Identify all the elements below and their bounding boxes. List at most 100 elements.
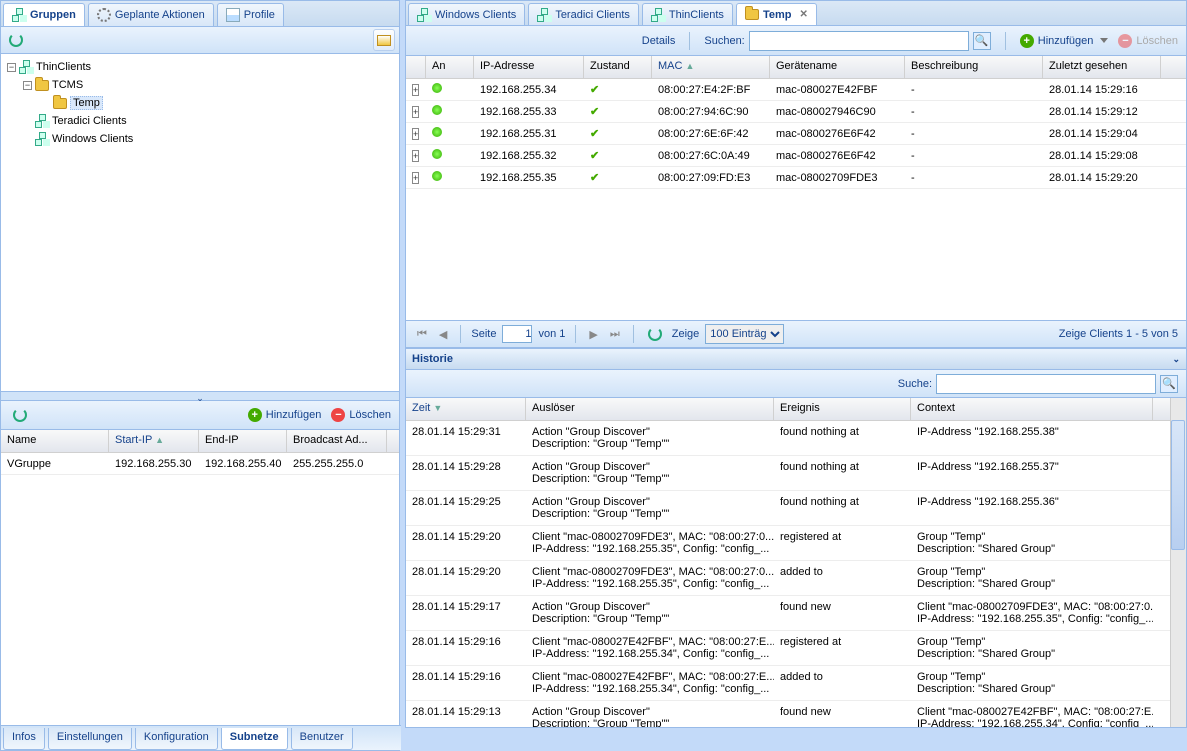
- tree-label: Windows Clients: [52, 133, 133, 145]
- history-row[interactable]: 28.01.14 15:29:28Action "Group Discover"…: [406, 456, 1186, 491]
- expand-icon[interactable]: +: [412, 128, 419, 140]
- search-label: Suchen:: [704, 35, 744, 47]
- btab-subnetze[interactable]: Subnetze: [221, 728, 288, 750]
- history-row[interactable]: 28.01.14 15:29:20Client "mac-08002709FDE…: [406, 561, 1186, 596]
- pagesize-select[interactable]: 100 Einträg: [705, 324, 784, 344]
- tree-node-temp[interactable]: Temp: [3, 94, 397, 112]
- folder-icon: [745, 9, 759, 20]
- col-an[interactable]: An: [426, 56, 474, 78]
- history-row[interactable]: 28.01.14 15:29:16Client "mac-080027E42FB…: [406, 631, 1186, 666]
- btab-einstellungen[interactable]: Einstellungen: [48, 728, 132, 750]
- tree-node-teradici[interactable]: Teradici Clients: [3, 112, 397, 130]
- search-button[interactable]: 🔍: [973, 32, 991, 50]
- table-row[interactable]: +192.168.255.32✔08:00:27:6C:0A:49mac-080…: [406, 145, 1186, 167]
- col-zustand[interactable]: Zustand: [584, 56, 652, 78]
- table-row[interactable]: +192.168.255.35✔08:00:27:09:FD:E3mac-080…: [406, 167, 1186, 189]
- tree-node-thinclients[interactable]: −ThinClients: [3, 58, 397, 76]
- tab-profile[interactable]: Profile: [217, 3, 284, 26]
- page-input[interactable]: [502, 325, 532, 343]
- cell-name: mac-0800276E6F42: [770, 128, 905, 140]
- history-row[interactable]: 28.01.14 15:29:20Client "mac-08002709FDE…: [406, 526, 1186, 561]
- tab-teradici-clients[interactable]: Teradici Clients: [528, 3, 639, 25]
- tree-label: TCMS: [52, 79, 83, 91]
- close-icon[interactable]: ✕: [799, 9, 807, 20]
- expand-icon[interactable]: +: [412, 172, 419, 184]
- col-startip[interactable]: Start-IP ▲: [109, 430, 199, 452]
- cell-desc: -: [905, 106, 1043, 118]
- chevron-down-icon[interactable]: ⌄: [1172, 354, 1180, 365]
- expand-icon[interactable]: +: [412, 106, 419, 118]
- col-expand: [406, 56, 426, 78]
- scrollbar-thumb[interactable]: [1171, 420, 1185, 550]
- tree-node-windows[interactable]: Windows Clients: [3, 130, 397, 148]
- scrollbar[interactable]: [1170, 398, 1186, 727]
- cell-seen: 28.01.14 15:29:08: [1043, 150, 1161, 162]
- tab-label: Gruppen: [30, 9, 76, 21]
- col-broadcast[interactable]: Broadcast Ad...: [287, 430, 387, 452]
- tab-gruppen[interactable]: Gruppen: [3, 3, 85, 26]
- refresh-button[interactable]: [9, 404, 31, 426]
- collapse-icon[interactable]: −: [23, 81, 32, 90]
- history-row[interactable]: 28.01.14 15:29:17Action "Group Discover"…: [406, 596, 1186, 631]
- collapse-icon[interactable]: −: [7, 63, 16, 72]
- add-button[interactable]: +Hinzufügen: [248, 408, 322, 422]
- col-label: Zeit: [412, 402, 430, 414]
- col-ereignis[interactable]: Ereignis: [774, 398, 911, 420]
- col-label: MAC: [658, 60, 682, 72]
- button-label: Hinzufügen: [266, 409, 322, 421]
- history-row[interactable]: 28.01.14 15:29:31Action "Group Discover"…: [406, 421, 1186, 456]
- sitemap-icon: [417, 8, 431, 22]
- search-input[interactable]: [749, 31, 969, 51]
- refresh-button[interactable]: [644, 323, 666, 345]
- table-row[interactable]: +192.168.255.33✔08:00:27:94:6C:90mac-080…: [406, 101, 1186, 123]
- button-label: Löschen: [349, 409, 391, 421]
- minus-icon: −: [331, 408, 345, 422]
- history-row[interactable]: 28.01.14 15:29:16Client "mac-080027E42FB…: [406, 666, 1186, 701]
- expand-icon[interactable]: +: [412, 150, 419, 162]
- tab-thinclients[interactable]: ThinClients: [642, 3, 733, 25]
- details-button[interactable]: Details: [642, 35, 676, 47]
- history-search-bar: Suche: 🔍: [405, 370, 1187, 398]
- open-folder-button[interactable]: [373, 29, 395, 51]
- history-row[interactable]: 28.01.14 15:29:13Action "Group Discover"…: [406, 701, 1186, 728]
- expand-icon[interactable]: +: [412, 84, 419, 96]
- add-button[interactable]: +Hinzufügen: [1020, 34, 1109, 48]
- sitemap-icon: [35, 132, 49, 146]
- button-label: Löschen: [1136, 35, 1178, 47]
- history-search-input[interactable]: [936, 374, 1156, 394]
- panel-collapse-toggle[interactable]: ⌄: [1, 391, 399, 401]
- tab-windows-clients[interactable]: Windows Clients: [408, 3, 525, 25]
- col-ip[interactable]: IP-Adresse: [474, 56, 584, 78]
- btab-infos[interactable]: Infos: [3, 728, 45, 750]
- page-label: Seite: [471, 328, 496, 340]
- table-row[interactable]: +192.168.255.31✔08:00:27:6E:6F:42mac-080…: [406, 123, 1186, 145]
- refresh-button[interactable]: [5, 29, 27, 51]
- delete-button[interactable]: −Löschen: [331, 408, 391, 422]
- cell-context: Group "Temp"Description: "Shared Group": [911, 634, 1153, 662]
- col-zuletzt[interactable]: Zuletzt gesehen: [1043, 56, 1161, 78]
- btab-benutzer[interactable]: Benutzer: [291, 728, 353, 750]
- history-header: Historie ⌄: [405, 348, 1187, 370]
- tab-temp[interactable]: Temp✕: [736, 3, 817, 25]
- col-name[interactable]: Name: [1, 430, 109, 452]
- folder-icon: [53, 98, 67, 109]
- cell-desc: -: [905, 84, 1043, 96]
- col-ausloeser[interactable]: Auslöser: [526, 398, 774, 420]
- tree-node-tcms[interactable]: − TCMS: [3, 76, 397, 94]
- right-panel: Windows Clients Teradici Clients ThinCli…: [405, 0, 1187, 751]
- col-endip[interactable]: End-IP: [199, 430, 287, 452]
- col-mac[interactable]: MAC ▲: [652, 56, 770, 78]
- history-search-button[interactable]: 🔍: [1160, 375, 1178, 393]
- col-context[interactable]: Context: [911, 398, 1153, 420]
- history-row[interactable]: 28.01.14 15:29:25Action "Group Discover"…: [406, 491, 1186, 526]
- subnet-row[interactable]: VGruppe 192.168.255.30 192.168.255.40 25…: [1, 453, 399, 475]
- tab-geplante-aktionen[interactable]: Geplante Aktionen: [88, 3, 214, 26]
- col-geraetename[interactable]: Gerätename: [770, 56, 905, 78]
- subnet-toolbar: +Hinzufügen −Löschen: [1, 401, 399, 430]
- col-beschreibung[interactable]: Beschreibung: [905, 56, 1043, 78]
- cell-ereignis: found new: [774, 704, 911, 728]
- table-row[interactable]: +192.168.255.34✔08:00:27:E4:2F:BFmac-080…: [406, 79, 1186, 101]
- col-zeit[interactable]: Zeit ▼: [406, 398, 526, 420]
- cell-desc: -: [905, 128, 1043, 140]
- btab-konfiguration[interactable]: Konfiguration: [135, 728, 218, 750]
